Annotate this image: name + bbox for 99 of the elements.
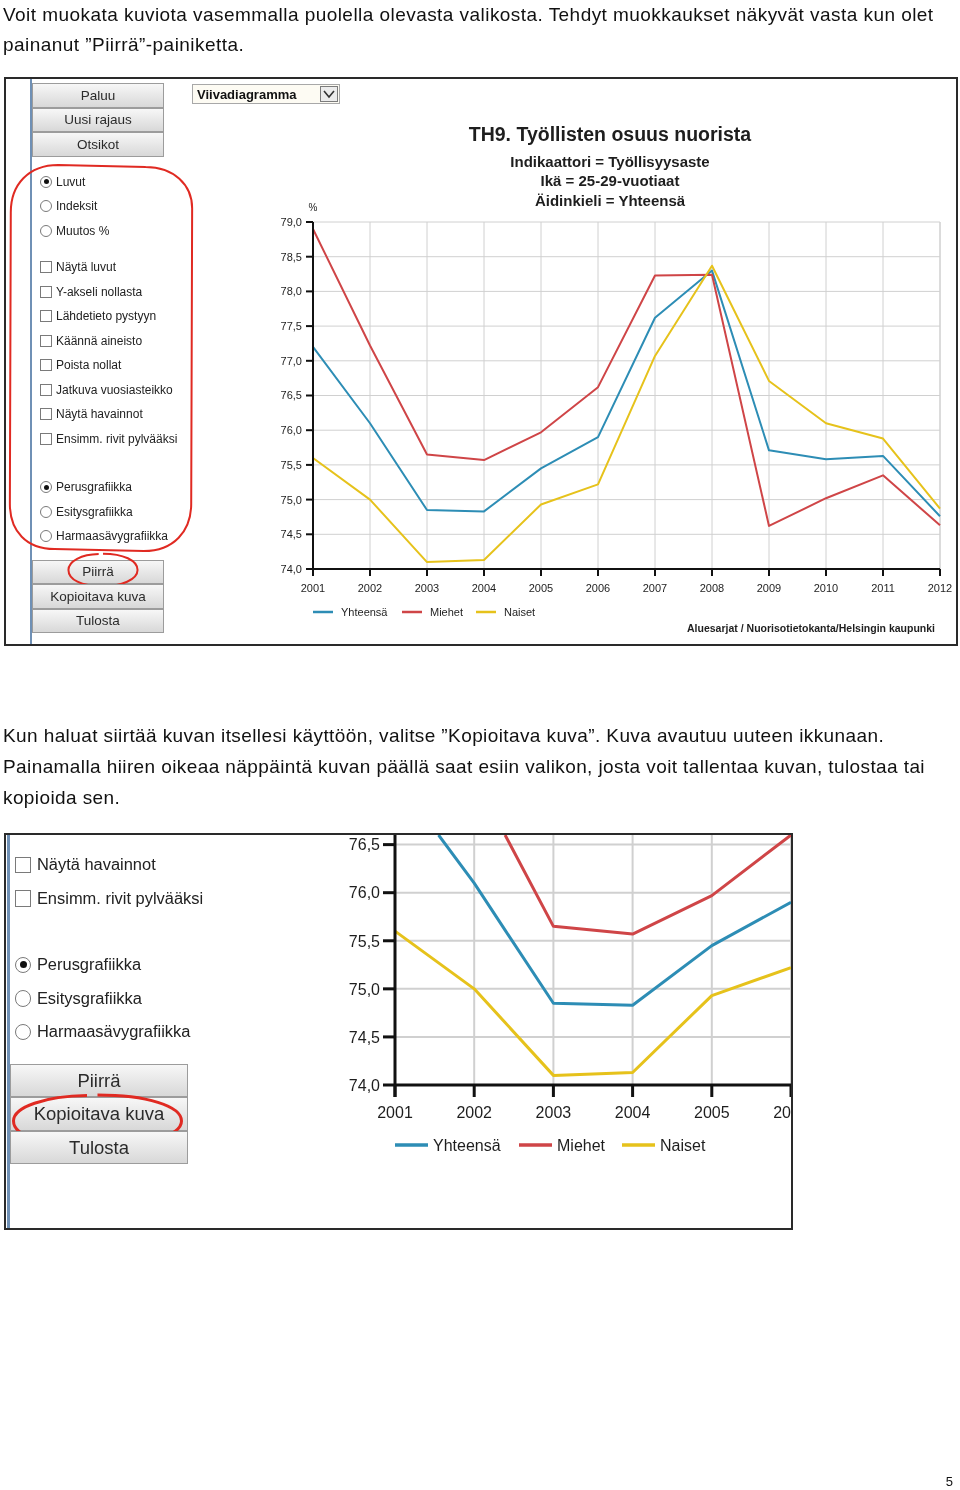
y-tick-label: 74,0 (280, 562, 302, 575)
chart-title: TH9. Työllisten osuus nuorista (468, 123, 752, 145)
checkbox[interactable] (40, 285, 52, 298)
radio-label: Muutos % (56, 223, 110, 238)
y-tick-label: 75,0 (280, 493, 302, 506)
x-tick-label: 2004 (471, 582, 497, 594)
chart-subtitle: Ikä = 25-29-vuotiaat (540, 172, 680, 189)
radio-label: Perusgrafiikka (36, 955, 142, 975)
sidebar-button[interactable]: Uusi rajaus (32, 107, 164, 132)
radio-button[interactable] (40, 200, 52, 213)
checkbox-label: Ensimm. rivit pylvääksi (36, 888, 204, 908)
legend-label: Naiset (660, 1136, 706, 1154)
radio-button[interactable] (15, 1023, 32, 1041)
checkbox[interactable] (40, 334, 52, 347)
checkbox-label: Ensimm. rivit pylvääksi (56, 431, 178, 446)
sidebar-button[interactable]: Piirrä (32, 559, 164, 584)
y-tick-label: 77,0 (280, 354, 302, 367)
sidebar-button[interactable]: Otsikot (32, 132, 164, 157)
legend-label: Naiset (504, 605, 536, 618)
y-tick-label: 75,0 (348, 980, 380, 998)
x-tick-label: 2010 (813, 582, 839, 594)
radio-label: Luvut (56, 174, 86, 189)
x-tick-label: 2011 (871, 582, 895, 594)
radio-button[interactable] (40, 175, 52, 188)
y-tick-label: 75,5 (348, 932, 380, 950)
dropdown-caret-icon (320, 86, 338, 102)
axis-unit-label: % (308, 202, 318, 213)
sidebar-button[interactable]: Paluu (32, 83, 164, 108)
legend-label: Yhteensä (433, 1136, 501, 1154)
sidebar-button[interactable]: Tulosta (10, 1130, 188, 1165)
chart-source: Aluesarjat / Nuorisotietokanta/Helsingin kaupunki (687, 622, 935, 634)
y-tick-label: 79,0 (280, 215, 302, 228)
checkbox[interactable] (40, 359, 52, 372)
paragraph: Voit muokata kuviota vasemmalla puolella olevasta valikosta. Tehdyt muokkaukset näkyvät vasta kun olet painanut ”Piirrä”-painiketta. (3, 3, 935, 57)
y-tick-label: 75,5 (280, 458, 302, 471)
y-tick-label: 77,5 (280, 320, 302, 333)
x-tick-label: 2002 (456, 1104, 492, 1121)
checkbox-label: Näytä havainnot (36, 855, 156, 875)
x-tick-label: 2012 (927, 582, 953, 594)
x-tick-label: 2007 (642, 582, 668, 594)
checkbox-label: Käännä aineisto (56, 333, 143, 348)
radio-label: Harmaasävygrafiikka (36, 1022, 191, 1042)
radio-button[interactable] (40, 505, 52, 518)
x-tick-label: 2001 (377, 1104, 413, 1121)
sidebar-button[interactable]: Kopioitava kuva (10, 1097, 188, 1131)
checkbox[interactable] (40, 310, 52, 323)
legend-label: Miehet (430, 605, 464, 618)
radio-label: Indeksit (56, 199, 98, 214)
checkbox-label: Poista nollat (56, 358, 122, 373)
sidebar-button[interactable]: Tulosta (32, 608, 164, 633)
y-tick-label: 74,5 (348, 1028, 380, 1046)
x-tick-label: 2005 (528, 582, 554, 594)
checkbox-label: Y-akseli nollasta (56, 284, 143, 299)
radio-label: Esitysgrafiikka (56, 504, 133, 519)
y-tick-label: 78,0 (280, 285, 302, 298)
x-tick-label: 2001 (300, 582, 326, 594)
x-tick-label: 20 (773, 1104, 791, 1121)
radio-label: Harmaasävygrafiikka (56, 529, 169, 544)
x-tick-label: 2003 (535, 1104, 572, 1121)
paragraph: Kun haluat siirtää kuvan itsellesi käyttöön, valitse ”Kopioitava kuva”. Kuva avautuu uuteen ikkunaan. Painamalla hiiren oikeaa näppäintä kuvan päällä saat esiin valikon, josta voit tallentaa kuvan, tulostaa tai kopioida sen. (3, 723, 926, 810)
chart-type-dropdown[interactable]: Viivadiagramma (192, 84, 340, 104)
chart-subtitle: Indikaattori = Työllisyysaste (510, 153, 710, 170)
radio-button[interactable] (40, 530, 52, 543)
checkbox-label: Jatkuva vuosiasteikko (56, 382, 173, 397)
checkbox[interactable] (15, 890, 32, 907)
x-tick-label: 2004 (614, 1104, 651, 1121)
checkbox-label: Lähdetieto pystyyn (56, 309, 157, 324)
y-tick-label: 74,5 (280, 528, 302, 541)
x-tick-label: 2005 (694, 1104, 730, 1121)
checkbox[interactable] (40, 261, 52, 274)
radio-button[interactable] (15, 990, 32, 1007)
checkbox-label: Näytä luvut (56, 260, 117, 275)
radio-label: Perusgrafiikka (56, 480, 133, 495)
chart-subtitle: Äidinkieli = Yhteensä (534, 192, 686, 209)
y-tick-label: 76,0 (280, 424, 302, 437)
y-tick-label: 76,0 (348, 884, 380, 902)
x-tick-label: 2002 (357, 582, 383, 594)
x-tick-label: 2008 (699, 582, 725, 594)
checkbox-label: Näytä havainnot (56, 407, 143, 422)
y-tick-label: 76,5 (348, 836, 380, 854)
legend-label: Miehet (557, 1136, 606, 1154)
y-tick-label: 76,5 (280, 389, 302, 402)
page-number: 5 (945, 1474, 953, 1489)
x-tick-label: 2006 (585, 582, 611, 594)
sidebar-button[interactable]: Piirrä (10, 1063, 188, 1098)
checkbox[interactable] (15, 856, 32, 873)
legend-label: Yhteensä (341, 605, 388, 618)
checkbox[interactable] (40, 432, 52, 445)
radio-button[interactable] (40, 481, 52, 494)
y-tick-label: 74,0 (348, 1076, 380, 1094)
radio-label: Esitysgrafiikka (36, 988, 142, 1008)
checkbox[interactable] (40, 383, 52, 396)
radio-button[interactable] (40, 224, 52, 237)
y-tick-label: 78,5 (280, 250, 302, 263)
checkbox[interactable] (40, 408, 52, 421)
radio-button[interactable] (15, 956, 32, 973)
sidebar-button[interactable]: Kopioitava kuva (32, 584, 164, 609)
x-tick-label: 2003 (414, 582, 440, 594)
x-tick-label: 2009 (756, 582, 782, 594)
